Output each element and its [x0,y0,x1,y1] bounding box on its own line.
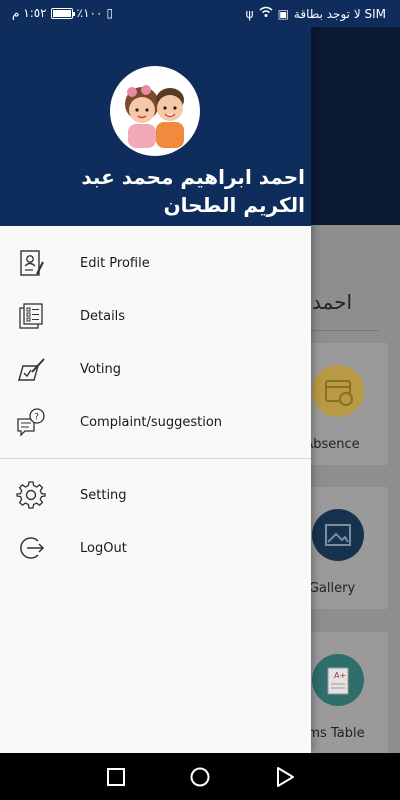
voting-label: Voting [80,361,122,377]
complaint-label: Complaint/suggestion [80,414,223,430]
complaint-item[interactable]: ? Complaint/suggestion [0,396,311,448]
details-icon [16,301,46,331]
sim-icon: ▣ [277,6,289,21]
drawer-header: احمد ابراهيم محمد عبد الكريم الطحان [0,0,311,226]
calendar-icon [312,365,364,417]
status-left: ١:٥٢ م ٪١٠٠ ▯ [12,6,113,20]
edit-profile-label: Edit Profile [80,255,150,271]
usb-icon: ψ [245,6,254,21]
battery-percent: ٪١٠٠ [76,6,103,20]
voting-item[interactable]: Voting [0,343,311,395]
setting-label: Setting [80,487,127,503]
gear-icon [16,480,46,510]
avatar [110,66,200,156]
details-item[interactable]: Details [0,290,311,342]
user-name: احمد ابراهيم محمد عبد الكريم الطحان [81,165,305,217]
clock: ١:٥٢ م [12,6,47,20]
setting-item[interactable]: Setting [0,469,311,521]
navigation-bar [0,753,400,800]
navigation-drawer: احمد ابراهيم محمد عبد الكريم الطحان Edit… [0,0,311,753]
wifi-icon [259,6,273,21]
exams-table-icon: A+ [312,654,364,706]
menu-divider [0,458,311,459]
background-student-name: احمد [312,290,352,314]
status-right: ψ ▣ لا توجد بطاقة SIM [246,6,386,21]
logout-item[interactable]: LogOut [0,522,311,574]
status-bar: ١:٥٢ م ٪١٠٠ ▯ ψ ▣ لا توجد بطاقة SIM [0,0,400,27]
gallery-icon [312,509,364,561]
vibrate-icon: ▯ [106,6,114,20]
carrier-text: لا توجد بطاقة SIM [293,6,386,21]
logout-label: LogOut [80,540,127,556]
home-button[interactable] [189,766,211,788]
back-button[interactable] [274,766,296,788]
svg-text:?: ? [34,413,39,423]
recents-button[interactable] [105,766,127,788]
battery-icon [50,7,75,19]
edit-profile-icon [16,248,46,278]
svg-text:A+: A+ [334,671,346,680]
voting-icon [16,354,46,384]
edit-profile-item[interactable]: Edit Profile [0,237,311,289]
complaint-icon: ? [16,407,46,437]
logout-icon [16,533,46,563]
details-label: Details [80,308,126,324]
